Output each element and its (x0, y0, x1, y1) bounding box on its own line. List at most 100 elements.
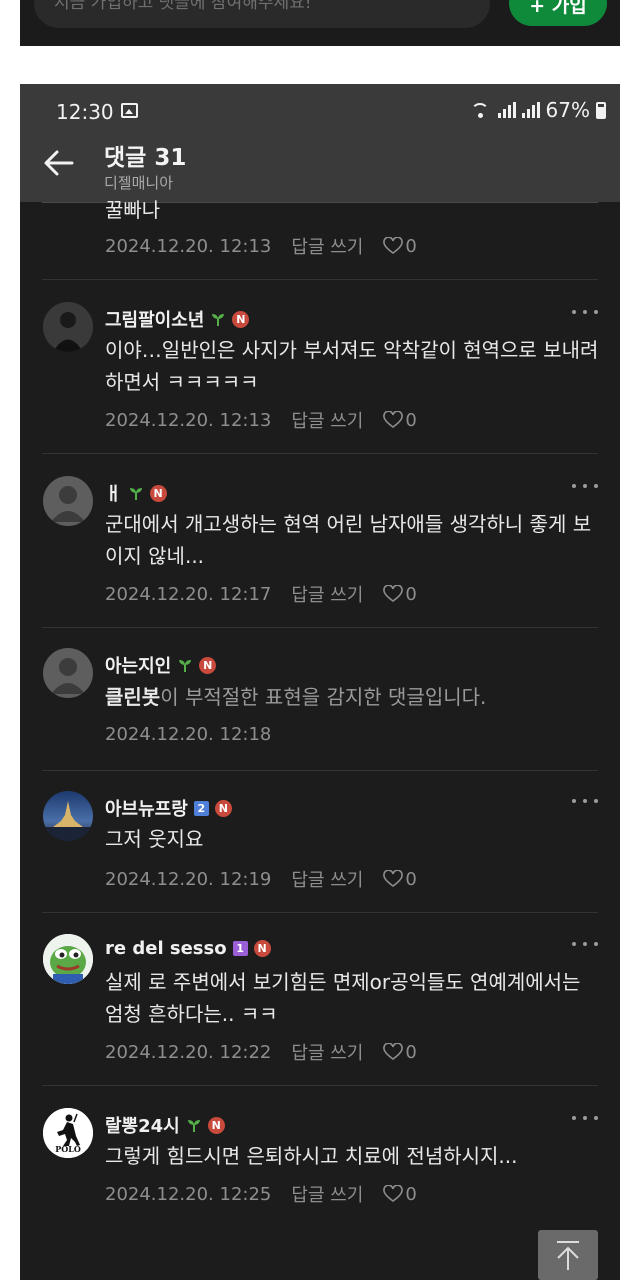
like-count: 0 (405, 1183, 417, 1205)
like-count: 0 (405, 235, 417, 257)
comment-divider (42, 770, 598, 771)
heart-icon[interactable] (383, 1043, 404, 1061)
cleanbot-notice: 클린봇이 부적절한 표현을 감지한 댓글입니다. (105, 681, 605, 713)
reply-button[interactable]: 답글 쓰기 (291, 233, 363, 259)
comment-join-bar: 지금 가입하고 댓글에 참여해주세요! + 가입 (20, 0, 620, 46)
comment-input[interactable]: 지금 가입하고 댓글에 참여해주세요! (34, 0, 490, 28)
page-title: 댓글 31 (104, 145, 187, 171)
comment-meta: 2024.12.20. 12:13 답글 쓰기 0 (105, 407, 417, 433)
comment-divider (42, 453, 598, 454)
comment-divider (42, 279, 598, 280)
new-badge: N (199, 656, 217, 674)
comment-date: 2024.12.20. 12:13 (105, 235, 272, 257)
comment-date: 2024.12.20. 12:19 (105, 868, 272, 890)
comment-author[interactable]: 아브뉴프랑 2 N (105, 795, 232, 821)
new-badge: N (149, 484, 167, 502)
comment-date: 2024.12.20. 12:13 (105, 409, 272, 431)
reply-button[interactable]: 답글 쓰기 (291, 866, 363, 892)
reply-button[interactable]: 답글 쓰기 (291, 581, 363, 607)
author-name[interactable]: 아는지인 (105, 652, 171, 678)
more-options-icon[interactable] (572, 1116, 598, 1124)
status-time: 12:30 (56, 100, 114, 124)
new-badge: N (207, 1116, 225, 1134)
comment-date: 2024.12.20. 12:22 (105, 1041, 272, 1063)
sprout-icon (212, 314, 225, 326)
like-count: 0 (405, 868, 417, 890)
battery-percent: 67% (545, 98, 590, 122)
comment-divider (42, 627, 598, 628)
level-badge: 2 (193, 800, 209, 816)
comment-text: 실제 로 주변에서 보기힘든 면제or공익들도 연예계에서는 엄청 흔하다는..… (105, 970, 581, 1026)
heart-icon[interactable] (383, 585, 404, 603)
heart-icon[interactable] (383, 411, 404, 429)
scroll-top-button[interactable] (538, 1230, 598, 1280)
author-name[interactable]: 그림팔이소년 (105, 306, 204, 332)
cleanbot-label: 클린봇 (105, 685, 161, 709)
avatar[interactable]: POLO (43, 1108, 93, 1158)
comment-meta: 2024.12.20. 12:17 답글 쓰기 0 (105, 581, 417, 607)
signal-icon-2 (521, 102, 540, 118)
comment-text: 그렇게 힘드시면 은퇴하시고 치료에 전념하시지... (105, 1144, 518, 1168)
more-options-icon[interactable] (572, 310, 598, 318)
comment-author[interactable]: ㅐ N (105, 480, 167, 506)
comment-author[interactable]: 아는지인 N (105, 652, 217, 678)
like-count: 0 (405, 583, 417, 605)
comment-meta: 2024.12.20. 12:18 (105, 724, 291, 745)
author-name[interactable]: 랄뽕24시 (105, 1112, 180, 1138)
author-name[interactable]: re del sesso (105, 938, 227, 959)
level-badge: 1 (232, 941, 248, 956)
heart-icon[interactable] (383, 237, 404, 255)
avatar[interactable] (43, 791, 93, 841)
comment-divider (42, 912, 598, 913)
comment-divider (42, 1085, 598, 1086)
join-button[interactable]: + 가입 (509, 0, 607, 26)
wifi-icon (470, 102, 492, 118)
arrow-up-icon (557, 1241, 579, 1270)
like-count: 0 (405, 409, 417, 431)
avatar[interactable] (43, 648, 93, 698)
status-icons: 67% (470, 98, 606, 122)
reply-button[interactable]: 답글 쓰기 (291, 1181, 363, 1207)
comment-text: 그저 웃지요 (105, 827, 204, 851)
new-badge: N (232, 310, 250, 328)
new-badge: N (253, 940, 271, 957)
comment-text: 군대에서 개고생하는 현역 어린 남자애들 생각하니 좋게 보이지 않네... (105, 512, 592, 568)
sprout-icon (129, 488, 142, 500)
comment-author[interactable]: re del sesso 1 N (105, 938, 271, 959)
sprout-icon (187, 1120, 200, 1132)
avatar-logo-text: POLO (55, 1144, 81, 1154)
comment-author[interactable]: 그림팔이소년 N (105, 306, 250, 332)
comment-meta: 2024.12.20. 12:22 답글 쓰기 0 (105, 1039, 417, 1065)
heart-icon[interactable] (383, 870, 404, 888)
reply-button[interactable]: 답글 쓰기 (291, 1039, 363, 1065)
comment-text: 꿀빠나 (105, 198, 161, 222)
comment-date: 2024.12.20. 12:17 (105, 583, 272, 605)
comment-author[interactable]: 랄뽕24시 N (105, 1112, 225, 1138)
comment-date: 2024.12.20. 12:18 (105, 724, 272, 745)
cafe-name: 디젤매니아 (104, 174, 174, 192)
avatar[interactable] (43, 302, 93, 352)
avatar[interactable] (43, 476, 93, 526)
app-bar: 12:30 67% 댓글 31 디젤매니아 (20, 84, 620, 202)
avatar[interactable] (43, 934, 93, 984)
author-name[interactable]: 아브뉴프랑 (105, 795, 188, 821)
more-options-icon[interactable] (572, 484, 598, 492)
back-arrow-icon[interactable] (42, 146, 76, 180)
battery-icon (596, 101, 606, 119)
comment-text: 이야…일반인은 사지가 부서져도 악착같이 현역으로 보내려하면서 ㅋㅋㅋㅋㅋ (105, 338, 599, 394)
new-badge: N (214, 799, 232, 817)
comment-date: 2024.12.20. 12:25 (105, 1183, 272, 1205)
like-count: 0 (405, 1041, 417, 1063)
reply-button[interactable]: 답글 쓰기 (291, 407, 363, 433)
sprout-icon (179, 660, 192, 672)
signal-icon (497, 102, 516, 118)
more-options-icon[interactable] (572, 942, 598, 950)
comment-meta: 2024.12.20. 12:19 답글 쓰기 0 (105, 866, 417, 892)
comment-meta: 2024.12.20. 12:25 답글 쓰기 0 (105, 1181, 417, 1207)
author-name[interactable]: ㅐ (105, 480, 122, 506)
gallery-icon (121, 103, 138, 118)
heart-icon[interactable] (383, 1185, 404, 1203)
comment-text: 이 부적절한 표현을 감지한 댓글입니다. (160, 685, 487, 709)
phone-screen: 12:30 67% 댓글 31 디젤매니아 꿀빠나 2024.12.20. 12… (20, 84, 620, 1280)
more-options-icon[interactable] (572, 799, 598, 807)
